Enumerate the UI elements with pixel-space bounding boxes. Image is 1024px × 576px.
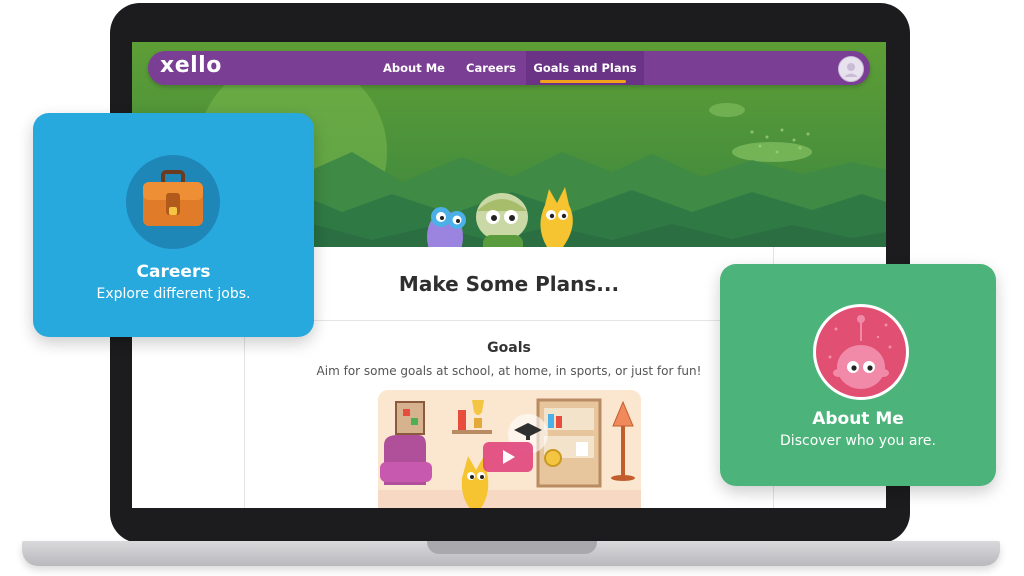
- about-me-card-title: About Me: [812, 409, 904, 429]
- goals-description: Aim for some goals at school, at home, i…: [316, 364, 702, 378]
- play-button[interactable]: [483, 442, 533, 472]
- pink-character-icon: [828, 315, 892, 389]
- nav-about-me[interactable]: About Me: [378, 51, 450, 85]
- careers-card-subtitle: Explore different jobs.: [96, 286, 251, 302]
- about-me-icon-background: [813, 304, 909, 400]
- nav-careers[interactable]: Careers: [456, 51, 526, 85]
- top-navbar: xello About Me Careers Goals and Plans: [148, 51, 870, 85]
- plans-content-card: Make Some Plans... Goals Aim for some go…: [244, 247, 774, 508]
- laptop-notch: [427, 541, 597, 554]
- xello-logo[interactable]: xello: [160, 53, 222, 78]
- briefcase-icon: [143, 170, 203, 226]
- careers-card-title: Careers: [136, 262, 211, 282]
- about-me-card-subtitle: Discover who you are.: [780, 433, 936, 449]
- page-title: Make Some Plans...: [398, 272, 620, 296]
- play-icon: [503, 450, 515, 464]
- goals-title: Goals: [487, 340, 531, 356]
- careers-feature-card[interactable]: Careers Explore different jobs.: [33, 113, 314, 337]
- active-tab-indicator: [540, 80, 626, 83]
- nav-goals-label: Goals and Plans: [533, 61, 637, 75]
- nav-goals-and-plans[interactable]: Goals and Plans: [526, 51, 644, 85]
- goals-video-thumbnail[interactable]: [378, 390, 641, 508]
- user-icon: [844, 63, 858, 77]
- user-avatar-button[interactable]: [838, 56, 864, 82]
- section-divider: [245, 320, 773, 321]
- about-me-feature-card[interactable]: About Me Discover who you are.: [720, 264, 996, 486]
- careers-icon-background: [126, 155, 220, 249]
